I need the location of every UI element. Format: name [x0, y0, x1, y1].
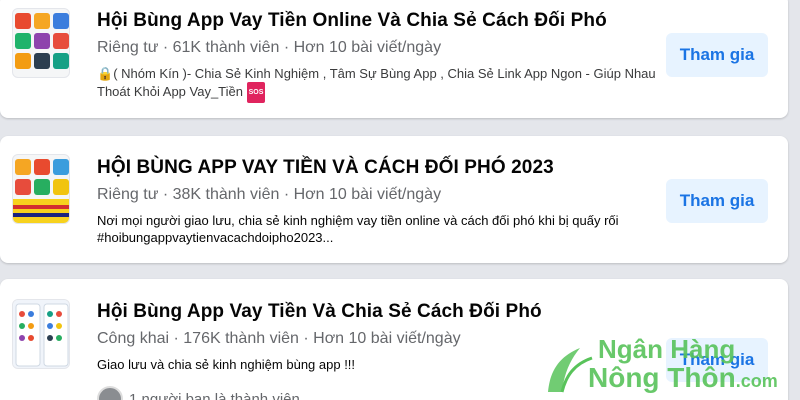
watermark-line1: Ngân Hàng [598, 334, 736, 364]
watermark-line2: Nông Thôn.com [588, 362, 778, 394]
mutual-friends: 1 người bạn là thành viên [97, 386, 300, 400]
group-description: 🔒( Nhóm Kín )- Chia Sẻ Kinh Nghiệm , Tâm… [97, 65, 657, 103]
group-cover-image[interactable] [12, 8, 70, 78]
watermark-suffix: .com [735, 371, 778, 391]
group-card[interactable]: Hội Bùng App Vay Tiền Online Và Chia Sẻ … [0, 0, 788, 118]
site-watermark: Ngân Hàng Nông Thôn.com [540, 334, 790, 398]
group-meta: Riêng tư · 61K thành viên · Hơn 10 bài v… [97, 39, 442, 56]
mutual-friends-text: 1 người bạn là thành viên [129, 390, 300, 400]
group-meta: Riêng tư · 38K thành viên · Hơn 10 bài v… [97, 186, 442, 203]
group-cover-image[interactable] [12, 299, 70, 369]
group-card[interactable]: HỘI BÙNG APP VAY TIỀN VÀ CÁCH ĐỐI PHÓ 20… [0, 136, 788, 263]
join-button[interactable]: Tham gia [666, 33, 768, 77]
group-title[interactable]: Hội Bùng App Vay Tiền Online Và Chia Sẻ … [97, 10, 607, 32]
lock-icon: 🔒 [97, 66, 114, 81]
group-meta: Công khai · 176K thành viên · Hơn 10 bài… [97, 330, 461, 347]
sos-icon: SOS [246, 82, 266, 103]
join-button[interactable]: Tham gia [666, 179, 768, 223]
group-title[interactable]: Hội Bùng App Vay Tiền Và Chia Sẻ Cách Đố… [97, 301, 542, 323]
group-cover-image[interactable] [12, 154, 70, 224]
group-title[interactable]: HỘI BÙNG APP VAY TIỀN VÀ CÁCH ĐỐI PHÓ 20… [97, 157, 554, 179]
watermark-line2-text: Nông Thôn [588, 362, 736, 393]
group-description: Nơi mọi người giao lưu, chia sẻ kinh ngh… [97, 213, 619, 245]
avatar [97, 386, 123, 400]
group-description-text: ( Nhóm Kín )- Chia Sẻ Kinh Nghiệm , Tâm … [97, 66, 656, 99]
